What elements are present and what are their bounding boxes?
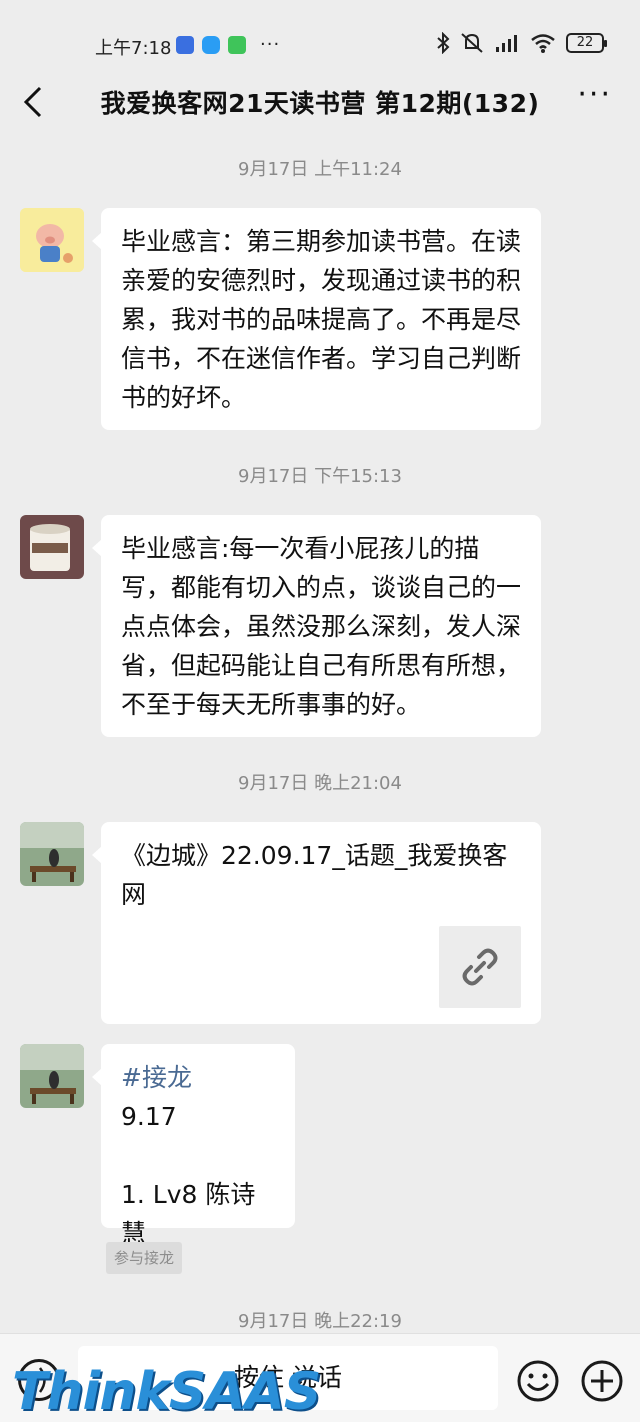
app-notification-icon — [176, 35, 194, 54]
battery-icon: 22 — [566, 33, 607, 53]
pig-avatar-icon — [20, 208, 84, 272]
notification-icons: ··· — [176, 34, 280, 55]
link-title: 《边城》22.09.17_话题_我爱换客网 — [121, 841, 508, 909]
message-timestamp: 9月17日 晚上22:19 — [238, 1311, 402, 1332]
join-jielong-button[interactable]: 参与接龙 — [106, 1242, 183, 1274]
message-timestamp: 9月17日 上午11:24 — [238, 159, 402, 180]
avatar[interactable] — [20, 1044, 84, 1108]
coffee-cup-avatar-icon — [20, 515, 84, 579]
avatar[interactable] — [20, 208, 84, 272]
message-bubble[interactable]: 毕业感言：第三期参加读书营。在读亲爱的安德烈时，发现通过读书的积累，我对书的品味… — [92, 208, 541, 430]
cloud-app-icon — [202, 35, 220, 54]
jielong-message-bubble[interactable]: #接龙 9.17 1. Lv8 陈诗慧 — [92, 1044, 295, 1248]
mute-icon — [461, 33, 483, 53]
emoji-button[interactable] — [516, 1359, 560, 1403]
link-message-bubble[interactable]: 《边城》22.09.17_话题_我爱换客网 — [92, 822, 541, 1024]
status-bar: 上午7:18 ··· 22 — [0, 0, 640, 80]
message-bubble[interactable]: 毕业感言:每一次看小屁孩儿的描写，都能有切入的点，谈谈自己的一点点体会，虽然没那… — [92, 515, 541, 737]
bluetooth-icon — [437, 32, 450, 54]
link-thumbnail — [439, 926, 521, 1008]
avatar[interactable] — [20, 515, 84, 579]
jielong-tag[interactable]: #接龙 — [121, 1058, 275, 1097]
message-text: 毕业感言：第三期参加读书营。在读亲爱的安德烈时，发现通过读书的积累，我对书的品味… — [121, 227, 522, 412]
message-text: 毕业感言:每一次看小屁孩儿的描写，都能有切入的点，谈谈自己的一点点体会，虽然没那… — [121, 534, 522, 719]
plus-icon — [581, 1360, 623, 1402]
park-bench-avatar-icon — [20, 1044, 84, 1108]
link-icon — [462, 948, 498, 986]
more-functions-button[interactable] — [580, 1359, 624, 1403]
jielong-date: 9.17 — [121, 1102, 177, 1131]
wifi-icon — [531, 34, 555, 53]
signal-icon — [496, 35, 517, 52]
system-icons: 22 — [436, 32, 607, 54]
chat-title: 我爱换客网21天读书营 第12期(132) — [100, 89, 540, 118]
park-bench-avatar-icon — [20, 822, 84, 886]
watermark-logo: ThinkSAAS — [12, 1362, 321, 1422]
more-notifications-icon: ··· — [260, 34, 281, 55]
chat-header: 我爱换客网21天读书营 第12期(132) ··· — [0, 80, 640, 124]
more-options-button[interactable]: ··· — [577, 80, 612, 110]
avatar[interactable] — [20, 822, 84, 886]
message-timestamp: 9月17日 下午15:13 — [238, 466, 402, 487]
emoji-icon — [517, 1360, 559, 1402]
android-app-icon — [228, 35, 246, 54]
status-time: 上午7:18 — [95, 38, 172, 59]
message-timestamp: 9月17日 晚上21:04 — [238, 773, 402, 794]
